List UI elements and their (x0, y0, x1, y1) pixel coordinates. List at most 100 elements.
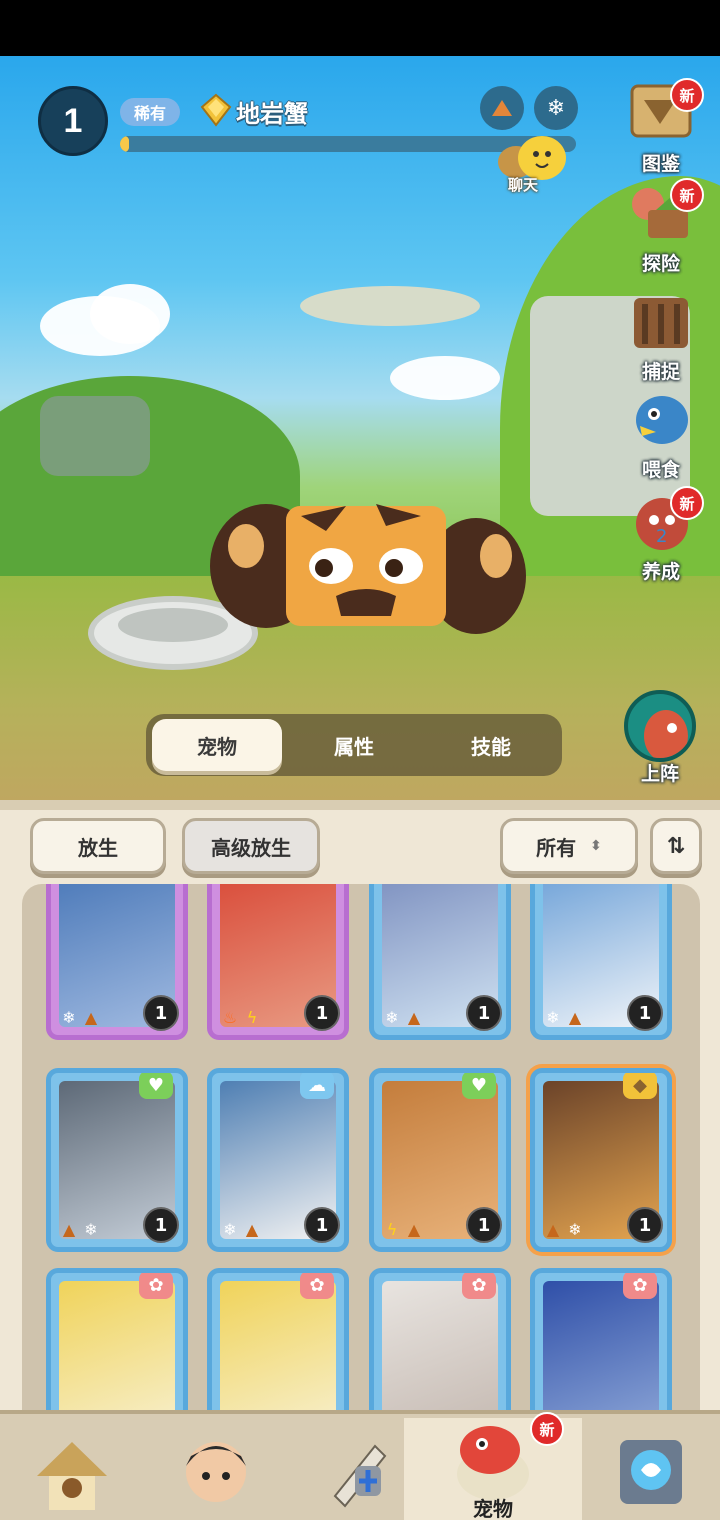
earth-element-icon[interactable] (480, 86, 524, 130)
pet-card-grid: ❄ ▲ 1 ♨ ϟ 1 ❄ ▲ 1 ❄ ▲ 1 ♥ ▲ ❄ 1 ☁ ❄ ▲ 1 ♥ ϟ ▲ 1… (22, 884, 700, 1410)
card-level: 1 (466, 995, 502, 1031)
element-icons: ❄ ▲ (543, 1007, 585, 1027)
card-level: 1 (304, 995, 340, 1031)
deploy-pet-icon (624, 690, 696, 762)
card-level: 1 (627, 1207, 663, 1243)
side-item-feed[interactable]: 喂食 (622, 386, 700, 482)
rarity-tag: 稀有 (120, 98, 181, 126)
element-icons: ❄ ▲ (220, 1219, 262, 1239)
earth-icon: ▲ (245, 1219, 259, 1239)
tab-pet[interactable]: 宠物 (152, 719, 282, 771)
nav-summon[interactable] (582, 1418, 720, 1520)
pet-card[interactable]: ✿ (207, 1268, 349, 1410)
sword-shield-icon (333, 1444, 387, 1508)
pet-tabs: 宠物 属性 技能 (146, 714, 562, 776)
portal-icon (620, 1440, 682, 1504)
nav-tribe[interactable] (0, 1418, 144, 1520)
ice-icon: ❄ (385, 1007, 399, 1027)
bird-yellow-portrait (59, 1281, 175, 1410)
new-badge: 新 (530, 1412, 564, 1446)
nav-pets[interactable]: 新 宠物 (404, 1412, 582, 1520)
pet-card[interactable]: ✿ (530, 1268, 672, 1410)
sort-button[interactable]: ⇅ (650, 818, 702, 874)
wolf-blue-portrait (543, 1281, 659, 1410)
ice-icon: ❄ (546, 1007, 560, 1027)
bird-yellow-portrait (220, 1281, 336, 1410)
pet-card[interactable]: ✿ (46, 1268, 188, 1410)
pet-card[interactable]: ♥ ▲ ❄ 1 (46, 1068, 188, 1252)
release-button[interactable]: 放生 (30, 818, 166, 874)
ice-icon: ❄ (62, 1007, 76, 1027)
tab-attributes[interactable]: 属性 (289, 719, 419, 771)
paw-type-icon: ✿ (300, 1273, 334, 1299)
pet-card[interactable]: ☁ ❄ ▲ 1 (207, 1068, 349, 1252)
pet-card-selected[interactable]: ◆ ▲ ❄ 1 (530, 1068, 672, 1252)
earth-icon: ▲ (407, 1219, 421, 1239)
pet-card[interactable]: ✿ (369, 1268, 511, 1410)
bolt-icon: ϟ (386, 1219, 398, 1239)
earth-icon: ▲ (568, 1007, 582, 1027)
wolf-white-portrait (382, 1281, 498, 1410)
svg-text:2: 2 (656, 526, 667, 547)
pet-name: 地岩蟹 (236, 100, 308, 128)
element-icons: ϟ ▲ (382, 1219, 424, 1239)
element-icons: ▲ ❄ (59, 1219, 101, 1239)
card-level: 1 (143, 995, 179, 1031)
status-bar (0, 0, 720, 56)
deploy-button[interactable]: 上阵 (622, 690, 698, 786)
pet-card[interactable]: ♥ ϟ ▲ 1 (369, 1068, 511, 1252)
dropdown-arrow-icon: ⬍ (590, 838, 602, 854)
earth-icon: ▲ (546, 1219, 560, 1239)
side-item-capture[interactable]: 捕捉 (622, 288, 700, 384)
gem-type-icon: ◆ (623, 1073, 657, 1099)
earth-icon: ▲ (62, 1219, 76, 1239)
card-level: 1 (466, 1207, 502, 1243)
card-level: 1 (304, 1207, 340, 1243)
bottom-nav: 新 宠物 (0, 1410, 720, 1520)
exp-progress-fill (120, 136, 130, 152)
nav-pets-label: 宠物 (473, 1497, 513, 1520)
paw-type-icon: ✿ (462, 1273, 496, 1299)
element-icons: ❄ ▲ (382, 1007, 424, 1027)
panel-edge (0, 800, 720, 810)
filter-label: 所有 (536, 835, 577, 860)
fire-icon: ♨ (222, 1007, 238, 1027)
pet-level: 1 (38, 86, 108, 156)
sort-icon: ⇅ (666, 833, 686, 859)
side-item-explore[interactable]: 新 探险 (622, 178, 704, 276)
ice-icon: ❄ (568, 1219, 582, 1239)
new-badge: 新 (670, 178, 704, 212)
heart-type-icon: ♥ (462, 1073, 496, 1099)
filter-dropdown[interactable]: 所有 ⬍ (500, 818, 638, 874)
earth-icon: ▲ (407, 1007, 421, 1027)
element-icons: ♨ ϟ (220, 1007, 262, 1027)
element-icons: ▲ ❄ (543, 1219, 585, 1239)
chat-label: 聊天 (508, 176, 539, 194)
cloud-type-icon: ☁ (300, 1073, 334, 1099)
ice-element-icon[interactable]: ❄ (534, 86, 578, 130)
card-level: 1 (143, 1207, 179, 1243)
ice-icon: ❄ (84, 1219, 98, 1239)
paw-type-icon: ✿ (623, 1273, 657, 1299)
ice-icon: ❄ (223, 1219, 237, 1239)
element-icons: ❄ ▲ (59, 1007, 101, 1027)
tab-skills[interactable]: 技能 (426, 719, 556, 771)
side-item-nurture[interactable]: 2 新 养成 (622, 486, 704, 584)
nav-character[interactable] (144, 1418, 288, 1520)
feed-pet-icon (636, 396, 688, 444)
side-item-codex[interactable]: 新 图鉴 (622, 78, 704, 176)
cage-icon (634, 298, 688, 348)
tribe-hut-icon (37, 1442, 107, 1510)
pet-scene: 1 稀有 地岩蟹 ❄ 聊天 新 图鉴 新 探险 捕捉 喂食 2 新 养成 宠物 … (0, 56, 720, 800)
pet-card[interactable]: ❄ ▲ 1 (369, 884, 511, 1040)
pet-card[interactable]: ❄ ▲ 1 (46, 884, 188, 1040)
pet-card[interactable]: ♨ ϟ 1 (207, 884, 349, 1040)
card-level: 1 (627, 995, 663, 1031)
pet-crab-figure[interactable] (206, 486, 526, 686)
earth-icon: ▲ (84, 1007, 98, 1027)
paw-type-icon: ✿ (139, 1273, 173, 1299)
bolt-icon: ϟ (246, 1007, 258, 1027)
pet-card[interactable]: ❄ ▲ 1 (530, 884, 672, 1040)
advanced-release-button[interactable]: 高级放生 (182, 818, 320, 874)
new-badge: 新 (670, 78, 704, 112)
